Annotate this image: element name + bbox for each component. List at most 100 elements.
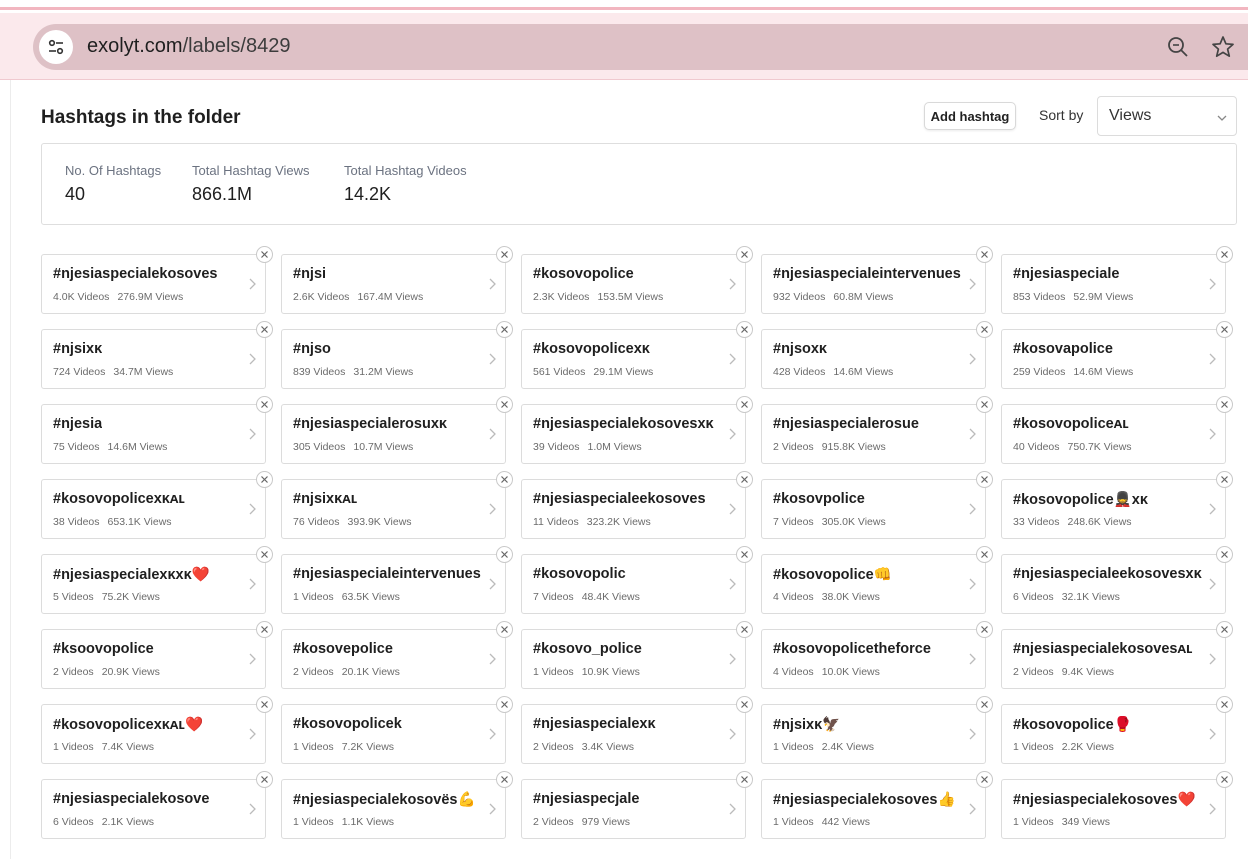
remove-hashtag-button[interactable] xyxy=(1216,771,1233,788)
remove-hashtag-button[interactable] xyxy=(736,471,753,488)
hashtag-card[interactable]: #kosovapolice 259 Videos 14.6M Views xyxy=(1001,321,1233,389)
hashtag-card[interactable]: #njesia 75 Videos 14.6M Views xyxy=(41,396,273,464)
sort-select[interactable]: Views xyxy=(1097,96,1237,136)
stat-value: 866.1M xyxy=(192,184,253,204)
remove-hashtag-button[interactable] xyxy=(256,471,273,488)
remove-hashtag-button[interactable] xyxy=(976,546,993,563)
hashtag-card[interactable]: #njsixᴋ 724 Videos 34.7M Views xyxy=(41,321,273,389)
hashtag-videos: 2.3K Videos xyxy=(533,291,590,303)
hashtag-name: #kosovepolice xyxy=(293,641,393,657)
hashtag-card[interactable]: #njesiaspecialexᴋ 2 Videos 3.4K Views xyxy=(521,696,753,764)
hashtag-videos: 1 Videos xyxy=(293,741,334,753)
remove-hashtag-button[interactable] xyxy=(736,546,753,563)
remove-hashtag-button[interactable] xyxy=(976,621,993,638)
remove-hashtag-button[interactable] xyxy=(256,246,273,263)
hashtag-card[interactable]: #njso 839 Videos 31.2M Views xyxy=(281,321,513,389)
hashtag-card[interactable]: #kosovopoliceᴀʟ 40 Videos 750.7K Views xyxy=(1001,396,1233,464)
remove-hashtag-button[interactable] xyxy=(256,621,273,638)
remove-hashtag-button[interactable] xyxy=(256,546,273,563)
remove-hashtag-button[interactable] xyxy=(496,471,513,488)
hashtag-card[interactable]: #kosovepolice 2 Videos 20.1K Views xyxy=(281,621,513,689)
hashtag-views: 52.9M Views xyxy=(1073,291,1134,303)
hashtag-videos: 1 Videos xyxy=(53,741,94,753)
remove-hashtag-button[interactable] xyxy=(1216,696,1233,713)
hashtag-card[interactable]: #njesiaspecialekosovesᴀʟ 2 Videos 9.4K Vie… xyxy=(1001,621,1233,689)
remove-hashtag-button[interactable] xyxy=(976,321,993,338)
hashtag-card[interactable]: #njsi 2.6K Videos 167.4M Views xyxy=(281,246,513,314)
hashtag-card[interactable]: #njesiaspecialekosove 6 Videos 2.1K Views xyxy=(41,771,273,839)
remove-hashtag-button[interactable] xyxy=(736,621,753,638)
remove-hashtag-button[interactable] xyxy=(496,696,513,713)
remove-hashtag-button[interactable] xyxy=(1216,471,1233,488)
hashtag-card[interactable]: #kosovopolicexᴋᴀʟ❤️ 1 Videos 7.4K Views xyxy=(41,696,273,764)
hashtag-card[interactable]: #njesiaspecialekosovesxᴋ 39 Videos 1.0M Vi… xyxy=(521,396,753,464)
remove-hashtag-button[interactable] xyxy=(736,771,753,788)
hashtag-card[interactable]: #njsixᴋᴀʟ 76 Videos 393.9K Views xyxy=(281,471,513,539)
remove-hashtag-button[interactable] xyxy=(736,321,753,338)
remove-hashtag-button[interactable] xyxy=(496,321,513,338)
remove-hashtag-button[interactable] xyxy=(496,396,513,413)
remove-hashtag-button[interactable] xyxy=(256,321,273,338)
url-field[interactable]: exolyt.com/labels/8429 xyxy=(33,24,1248,70)
remove-hashtag-button[interactable] xyxy=(256,771,273,788)
hashtag-card[interactable]: #kosovopolicexᴋ 561 Videos 29.1M Views xyxy=(521,321,753,389)
remove-hashtag-button[interactable] xyxy=(976,396,993,413)
hashtag-card[interactable]: #kosovopolicetheforce 4 Videos 10.0K Views xyxy=(761,621,993,689)
hashtag-card[interactable]: #njesiaspecialekosoves👍 1 Videos 442 Views xyxy=(761,771,993,839)
hashtag-views: 20.1K Views xyxy=(341,666,400,678)
hashtag-card[interactable]: #kosovopolice💂xᴋ 33 Videos 248.6K Views xyxy=(1001,471,1233,539)
hashtag-card[interactable]: #kosovopolic 7 Videos 48.4K Views xyxy=(521,546,753,614)
hashtag-card[interactable]: #njsixᴋ🦅 1 Videos 2.4K Views xyxy=(761,696,993,764)
remove-hashtag-button[interactable] xyxy=(736,246,753,263)
chevron-right-icon xyxy=(247,352,257,366)
stat-total-videos: Total Hashtag Videos 14.2K xyxy=(344,163,467,205)
zoom-icon[interactable] xyxy=(1165,34,1191,60)
remove-hashtag-button[interactable] xyxy=(976,771,993,788)
hashtag-card[interactable]: #njesiaspecialexᴋxᴋ❤️ 5 Videos 75.2K Views xyxy=(41,546,273,614)
add-hashtag-button[interactable]: Add hashtag xyxy=(924,102,1016,130)
remove-hashtag-button[interactable] xyxy=(736,396,753,413)
remove-hashtag-button[interactable] xyxy=(736,696,753,713)
remove-hashtag-button[interactable] xyxy=(976,246,993,263)
hashtag-card[interactable]: #njesiaspecialeekosovesxᴋ 6 Videos 32.1K V… xyxy=(1001,546,1233,614)
hashtag-card[interactable]: #njesiaspecjale 2 Videos 979 Views xyxy=(521,771,753,839)
hashtag-card[interactable]: #njsoxᴋ 428 Videos 14.6M Views xyxy=(761,321,993,389)
remove-hashtag-button[interactable] xyxy=(976,471,993,488)
hashtag-card[interactable]: #kosovopolice 2.3K Videos 153.5M Views xyxy=(521,246,753,314)
remove-hashtag-button[interactable] xyxy=(1216,621,1233,638)
hashtag-card[interactable]: #kosovpolice 7 Videos 305.0K Views xyxy=(761,471,993,539)
remove-hashtag-button[interactable] xyxy=(1216,396,1233,413)
remove-hashtag-button[interactable] xyxy=(1216,546,1233,563)
hashtag-card[interactable]: #kosovo_police 1 Videos 10.9K Views xyxy=(521,621,753,689)
hashtag-card[interactable]: #njesiaspecialeintervenues 932 Videos 60.8… xyxy=(761,246,993,314)
hashtag-card[interactable]: #njesiaspecialekosovës💪 1 Videos 1.1K View… xyxy=(281,771,513,839)
hashtag-card[interactable]: #njesiaspecialeekosoves 11 Videos 323.2K V… xyxy=(521,471,753,539)
remove-hashtag-button[interactable] xyxy=(496,246,513,263)
remove-hashtag-button[interactable] xyxy=(496,546,513,563)
hashtag-card[interactable]: #kosovopolice🥊 1 Videos 2.2K Views xyxy=(1001,696,1233,764)
remove-hashtag-button[interactable] xyxy=(256,396,273,413)
hashtag-meta: 2.6K Videos 167.4M Views xyxy=(293,291,423,303)
close-icon xyxy=(741,401,748,408)
hashtag-card[interactable]: #njesiaspecialerosue 2 Videos 915.8K Views xyxy=(761,396,993,464)
stat-label: No. Of Hashtags xyxy=(65,163,162,178)
hashtag-card[interactable]: #kosovopolice👊 4 Videos 38.0K Views xyxy=(761,546,993,614)
hashtag-card[interactable]: #njesiaspecialerosuxᴋ 305 Videos 10.7M Vie… xyxy=(281,396,513,464)
hashtag-card[interactable]: #kosovopolicexᴋᴀʟ 38 Videos 653.1K Views xyxy=(41,471,273,539)
hashtag-card[interactable]: #njesiaspecialeintervenues 1 Videos 63.5K … xyxy=(281,546,513,614)
hashtag-card[interactable]: #kosovopolicek 1 Videos 7.2K Views xyxy=(281,696,513,764)
hashtag-meta: 7 Videos 305.0K Views xyxy=(773,516,886,528)
hashtag-card[interactable]: #njesiaspeciale 853 Videos 52.9M Views xyxy=(1001,246,1233,314)
hashtag-card[interactable]: #ksoovopolice 2 Videos 20.9K Views xyxy=(41,621,273,689)
site-settings-icon[interactable] xyxy=(39,30,73,64)
remove-hashtag-button[interactable] xyxy=(496,771,513,788)
remove-hashtag-button[interactable] xyxy=(1216,321,1233,338)
remove-hashtag-button[interactable] xyxy=(256,696,273,713)
hashtag-card[interactable]: #njesiaspecialekosoves 4.0K Videos 276.9M … xyxy=(41,246,273,314)
hashtag-name: #njesiaspecialekosoves❤️ xyxy=(1013,792,1196,808)
hashtag-card[interactable]: #njesiaspecialekosoves❤️ 1 Videos 349 View… xyxy=(1001,771,1233,839)
remove-hashtag-button[interactable] xyxy=(1216,246,1233,263)
remove-hashtag-button[interactable] xyxy=(496,621,513,638)
remove-hashtag-button[interactable] xyxy=(976,696,993,713)
bookmark-star-icon[interactable] xyxy=(1210,34,1236,60)
